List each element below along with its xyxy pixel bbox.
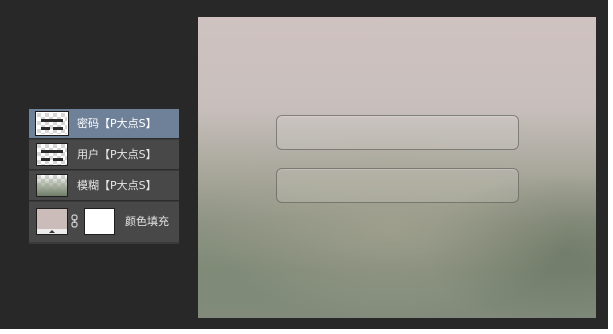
document-canvas[interactable]: [198, 17, 596, 318]
thumb-mark: [53, 127, 63, 130]
thumb-mark: [41, 150, 63, 153]
smart-object-icon: [67, 159, 68, 166]
username-field-shape[interactable]: [276, 168, 519, 203]
swatch-bar: [37, 229, 67, 234]
photoshop-workspace: 密码【P大点S】 用户【P大点S】 模糊【P大点S】 颜色填充: [0, 0, 608, 329]
layers-panel: 密码【P大点S】 用户【P大点S】 模糊【P大点S】 颜色填充: [29, 109, 179, 244]
layer-mask-thumbnail[interactable]: [84, 208, 115, 235]
smart-object-icon: [67, 128, 68, 135]
thumb-mark: [53, 158, 63, 161]
layer-thumbnail: [36, 143, 68, 166]
layer-name: 模糊【P大点S】: [77, 179, 157, 192]
layer-blur[interactable]: 模糊【P大点S】: [29, 171, 179, 201]
layer-name: 密码【P大点S】: [77, 117, 157, 130]
layer-thumbnail: [35, 111, 69, 136]
chain-link-icon[interactable]: [71, 214, 78, 228]
fill-color-swatch[interactable]: [36, 208, 68, 235]
layer-thumbnail: [36, 174, 68, 197]
thumb-mark: [41, 158, 50, 161]
password-field-shape[interactable]: [276, 115, 519, 150]
thumb-mark: [41, 127, 50, 130]
layer-user[interactable]: 用户【P大点S】: [29, 140, 179, 170]
layer-password[interactable]: 密码【P大点S】: [29, 109, 179, 139]
thumb-mark: [41, 119, 63, 122]
layer-name: 颜色填充: [125, 215, 169, 228]
smart-object-icon: [67, 190, 68, 197]
layer-name: 用户【P大点S】: [77, 148, 157, 161]
layer-color-fill[interactable]: 颜色填充: [29, 202, 179, 242]
